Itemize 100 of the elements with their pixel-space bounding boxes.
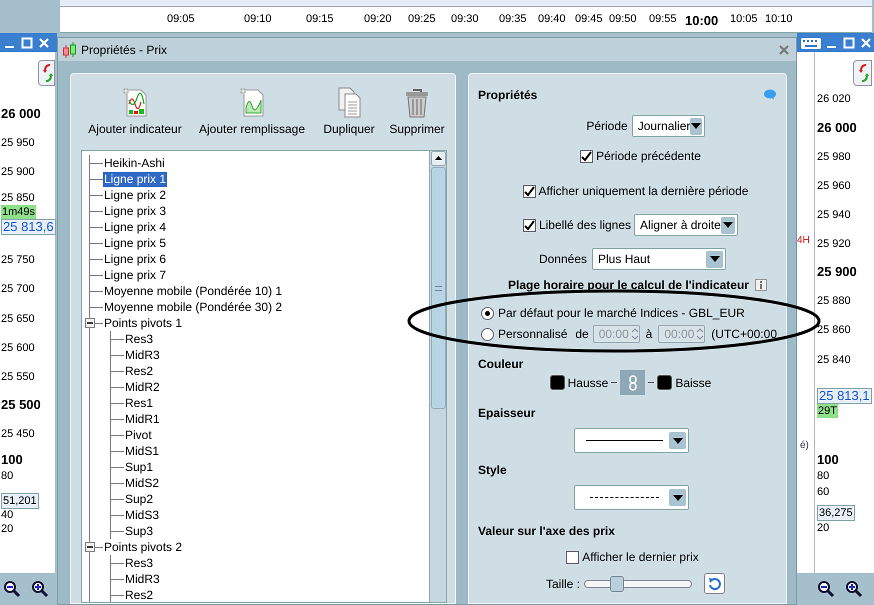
scrollbar-thumb[interactable] bbox=[430, 167, 446, 409]
maximize-icon[interactable] bbox=[842, 36, 856, 50]
axis-label: 26 000 bbox=[817, 121, 857, 135]
checkbox[interactable] bbox=[522, 184, 536, 198]
keyboard-icon[interactable] bbox=[800, 36, 822, 50]
toolbar-button[interactable]: Ajouter indicateur bbox=[87, 86, 183, 138]
toolbar-button[interactable]: Ajouter remplissage bbox=[187, 86, 317, 138]
axis-label: 25 960 bbox=[817, 179, 851, 193]
tree-item[interactable]: MidS1 bbox=[124, 444, 160, 458]
tree-item[interactable]: Ligne prix 7 bbox=[103, 268, 168, 282]
tree-item[interactable]: MidS2 bbox=[124, 476, 160, 490]
axis-label: 25 900 bbox=[1, 165, 35, 179]
tree-item[interactable]: Ligne prix 2 bbox=[103, 188, 168, 202]
time-label: 09:15 bbox=[306, 12, 334, 27]
tree-item[interactable]: Res2 bbox=[124, 364, 154, 378]
reset-button[interactable] bbox=[704, 573, 725, 594]
tree-item[interactable]: MidR3 bbox=[124, 348, 161, 362]
time-label: 09:35 bbox=[499, 12, 527, 27]
chart-document-icon bbox=[121, 86, 149, 118]
tree-item[interactable]: Sup3 bbox=[124, 524, 154, 538]
toolbar-button[interactable]: Dupliquer bbox=[321, 86, 377, 138]
tree-item[interactable]: Ligne prix 6 bbox=[103, 252, 168, 266]
collapse-toggle[interactable] bbox=[85, 542, 95, 552]
thickness-dropdown[interactable] bbox=[574, 428, 689, 453]
tree-item[interactable]: Res3 bbox=[124, 556, 154, 570]
period-dropdown[interactable]: Journalier bbox=[632, 115, 705, 137]
price-tag: 36,275 bbox=[817, 505, 855, 521]
caret-icon bbox=[710, 256, 720, 262]
tree-item[interactable]: MidR2 bbox=[124, 380, 161, 394]
axis-label: 100 bbox=[817, 453, 839, 467]
color-swatch[interactable] bbox=[550, 375, 565, 390]
time-label: 09:45 bbox=[575, 12, 603, 27]
axis-label: 25 860 bbox=[817, 323, 851, 337]
field-label: à bbox=[646, 326, 652, 343]
line-style-dropdown[interactable] bbox=[574, 485, 689, 510]
tree-item[interactable]: MidR3 bbox=[124, 572, 161, 586]
tree-item[interactable]: Ligne prix 3 bbox=[103, 204, 168, 218]
checkbox[interactable] bbox=[522, 218, 536, 232]
time-label: 10:00 bbox=[685, 12, 718, 30]
tree-item[interactable]: Sup2 bbox=[124, 492, 154, 506]
axis-label: 25 850 bbox=[1, 191, 35, 205]
tree-item[interactable]: Pivot bbox=[124, 428, 153, 442]
timer-badge: 1m49s bbox=[1, 205, 36, 219]
time-label: 09:10 bbox=[244, 12, 272, 27]
axis-label: 80 bbox=[1, 469, 14, 483]
field-label: Données bbox=[538, 251, 588, 268]
timezone-label: (UTC+00:00 bbox=[711, 326, 777, 343]
scrollbar[interactable] bbox=[429, 151, 446, 602]
tree-item[interactable]: MidS3 bbox=[124, 508, 160, 522]
zoom-in-icon[interactable] bbox=[845, 580, 863, 598]
zoom-out-icon[interactable] bbox=[3, 580, 21, 598]
caret-icon bbox=[672, 494, 682, 500]
info-icon[interactable] bbox=[754, 279, 767, 291]
link-toggle[interactable] bbox=[620, 370, 646, 395]
field-label: Taille : bbox=[546, 576, 580, 592]
section-heading: Couleur bbox=[478, 356, 524, 370]
tree-item[interactable]: Sup1 bbox=[124, 460, 154, 474]
axis-label: 25 880 bbox=[817, 294, 851, 308]
time-label: 10:10 bbox=[765, 12, 793, 27]
checkbox[interactable] bbox=[580, 150, 594, 162]
color-label: Baisse bbox=[675, 374, 712, 392]
time-label: 09:40 bbox=[538, 12, 566, 27]
tree-item[interactable]: Points pivots 2 bbox=[103, 540, 184, 554]
tree-item[interactable]: Heikin-Ashi bbox=[103, 156, 166, 170]
close-icon[interactable] bbox=[778, 44, 790, 56]
axis-label: 40 bbox=[1, 508, 14, 522]
axis-label: 20 bbox=[1, 522, 14, 536]
radio-label: Par défaut pour le marché Indices - GBL_EUR bbox=[498, 305, 745, 322]
axis-label: 25 980 bbox=[817, 150, 851, 164]
maximize-icon[interactable] bbox=[20, 36, 34, 50]
zoom-out-icon[interactable] bbox=[817, 580, 835, 598]
tree-item[interactable]: Moyenne mobile (Pondérée 30) 2 bbox=[103, 300, 284, 314]
section-heading: Plage horaire pour le calcul de l'indicateur bbox=[508, 277, 749, 294]
axis-label: 100 bbox=[1, 453, 23, 467]
color-swatch[interactable] bbox=[657, 375, 672, 390]
axis-label: 25 700 bbox=[1, 282, 35, 296]
toolbar-button[interactable]: Supprimer bbox=[381, 86, 453, 138]
tree-item[interactable]: Res1 bbox=[124, 396, 154, 410]
tree-item[interactable]: Res2 bbox=[124, 588, 154, 602]
collapse-toggle[interactable] bbox=[85, 318, 95, 328]
tree-item[interactable]: Ligne prix 4 bbox=[103, 220, 168, 234]
line-label: 4H bbox=[797, 235, 810, 247]
alignment-dropdown[interactable]: Aligner à droite bbox=[634, 214, 738, 236]
axis-label: 25 500 bbox=[1, 398, 41, 412]
tree-item[interactable]: Moyenne mobile (Pondérée 10) 1 bbox=[103, 284, 284, 298]
caret-icon bbox=[691, 123, 702, 129]
refresh-icon bbox=[708, 576, 722, 590]
slider-thumb[interactable] bbox=[610, 576, 624, 592]
checkbox[interactable] bbox=[566, 550, 580, 564]
tree-item[interactable]: Points pivots 1 bbox=[103, 316, 184, 330]
tree-item[interactable]: Res3 bbox=[124, 332, 154, 346]
time-label: 09:50 bbox=[609, 12, 637, 27]
tree-item[interactable]: Ligne prix 1 bbox=[103, 172, 168, 186]
zoom-in-icon[interactable] bbox=[31, 580, 49, 598]
tree-item[interactable]: MidR1 bbox=[124, 412, 161, 426]
data-dropdown[interactable]: Plus Haut bbox=[592, 248, 726, 270]
checkbox-label: Libellé des lignes bbox=[538, 217, 632, 234]
axis-label: 25 900 bbox=[817, 265, 857, 279]
axis-label: 20 bbox=[817, 521, 830, 535]
tree-item[interactable]: Ligne prix 5 bbox=[103, 236, 168, 250]
